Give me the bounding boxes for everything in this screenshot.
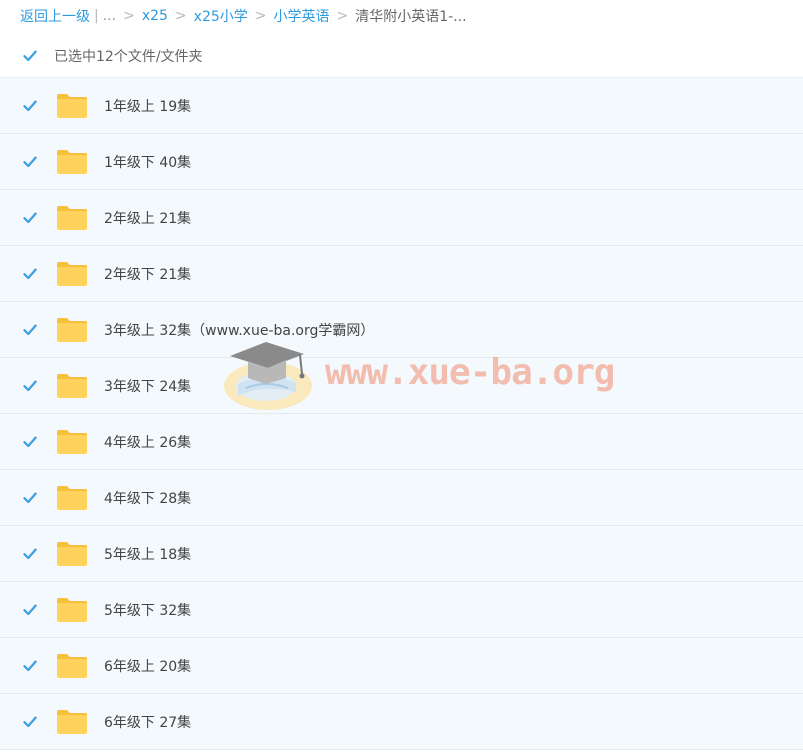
- file-name[interactable]: 2年级上 21集: [104, 208, 191, 228]
- file-checkbox[interactable]: [23, 379, 37, 393]
- folder-icon-wrap[interactable]: [56, 149, 88, 175]
- breadcrumb-item-x25[interactable]: x25: [142, 8, 168, 24]
- select-all-bar: 已选中12个文件/文件夹: [0, 38, 803, 74]
- file-row[interactable]: 1年级上 19集: [0, 78, 803, 134]
- folder-icon-wrap[interactable]: [56, 205, 88, 231]
- breadcrumb-separator: >: [254, 8, 267, 24]
- breadcrumb-pipe: |: [94, 8, 99, 24]
- file-row[interactable]: 1年级下 40集: [0, 134, 803, 190]
- file-checkbox[interactable]: [23, 435, 37, 449]
- folder-icon: [57, 429, 87, 454]
- breadcrumb-current: 清华附小英语1-...: [355, 9, 467, 25]
- file-checkbox[interactable]: [23, 603, 37, 617]
- checkmark-icon: [23, 212, 37, 223]
- breadcrumb-ellipsis[interactable]: ...: [103, 8, 116, 24]
- select-all-checkbox[interactable]: [23, 49, 37, 63]
- checkmark-icon: [23, 548, 37, 559]
- checkmark-icon: [23, 716, 37, 727]
- file-checkbox[interactable]: [23, 211, 37, 225]
- folder-icon-wrap[interactable]: [56, 597, 88, 623]
- folder-icon-wrap[interactable]: [56, 485, 88, 511]
- checkmark-icon: [23, 156, 37, 167]
- folder-icon-wrap[interactable]: [56, 317, 88, 343]
- file-name[interactable]: 1年级下 40集: [104, 152, 191, 172]
- breadcrumb-separator: >: [174, 8, 187, 24]
- checkmark-icon: [23, 268, 37, 279]
- file-row[interactable]: 6年级下 27集: [0, 694, 803, 750]
- file-checkbox[interactable]: [23, 715, 37, 729]
- file-row[interactable]: 2年级上 21集: [0, 190, 803, 246]
- breadcrumb-separator: >: [336, 8, 349, 24]
- file-checkbox[interactable]: [23, 323, 37, 337]
- file-checkbox[interactable]: [23, 155, 37, 169]
- file-row[interactable]: 5年级下 32集: [0, 582, 803, 638]
- file-checkbox[interactable]: [23, 267, 37, 281]
- folder-icon: [57, 485, 87, 510]
- folder-icon-wrap[interactable]: [56, 373, 88, 399]
- file-checkbox[interactable]: [23, 491, 37, 505]
- file-row[interactable]: 4年级上 26集: [0, 414, 803, 470]
- checkmark-icon: [23, 380, 37, 391]
- back-link[interactable]: 返回上一级: [20, 6, 90, 26]
- file-name[interactable]: 2年级下 21集: [104, 264, 191, 284]
- file-row[interactable]: 5年级上 18集: [0, 526, 803, 582]
- breadcrumb-item-primary-english[interactable]: 小学英语: [274, 6, 330, 26]
- file-name[interactable]: 4年级下 28集: [104, 488, 191, 508]
- folder-icon-wrap[interactable]: [56, 709, 88, 735]
- file-row[interactable]: 3年级下 24集: [0, 358, 803, 414]
- checkmark-icon: [23, 604, 37, 615]
- folder-icon-wrap[interactable]: [56, 541, 88, 567]
- file-row[interactable]: 2年级下 21集: [0, 246, 803, 302]
- selection-count-label: 已选中12个文件/文件夹: [54, 49, 203, 65]
- file-name[interactable]: 5年级下 32集: [104, 600, 191, 620]
- folder-icon: [57, 205, 87, 230]
- folder-icon: [57, 93, 87, 118]
- breadcrumb: 返回上一级 | ... > x25 > x25小学 > 小学英语 > 清华附小英…: [0, 0, 803, 32]
- folder-icon-wrap[interactable]: [56, 653, 88, 679]
- folder-icon: [57, 541, 87, 566]
- breadcrumb-item-x25-primary[interactable]: x25小学: [194, 6, 248, 26]
- checkmark-icon: [23, 436, 37, 447]
- checkmark-icon: [23, 324, 37, 335]
- file-checkbox[interactable]: [23, 547, 37, 561]
- folder-icon: [57, 597, 87, 622]
- file-checkbox[interactable]: [23, 659, 37, 673]
- folder-icon-wrap[interactable]: [56, 93, 88, 119]
- folder-icon-wrap[interactable]: [56, 429, 88, 455]
- folder-icon: [57, 317, 87, 342]
- file-list: 1年级上 19集 1年级下 40集 2年级上 21集 2年级下 21集 3年级上 32集…: [0, 77, 803, 750]
- folder-icon: [57, 149, 87, 174]
- folder-icon-wrap[interactable]: [56, 261, 88, 287]
- file-name[interactable]: 3年级上 32集（www.xue-ba.org学霸网）: [104, 320, 374, 340]
- file-name[interactable]: 3年级下 24集: [104, 376, 191, 396]
- folder-icon: [57, 653, 87, 678]
- file-name[interactable]: 6年级上 20集: [104, 656, 191, 676]
- file-name[interactable]: 1年级上 19集: [104, 96, 191, 116]
- file-name[interactable]: 5年级上 18集: [104, 544, 191, 564]
- folder-icon: [57, 373, 87, 398]
- file-row[interactable]: 6年级上 20集: [0, 638, 803, 694]
- checkmark-icon: [23, 660, 37, 671]
- file-row[interactable]: 3年级上 32集（www.xue-ba.org学霸网）: [0, 302, 803, 358]
- folder-icon: [57, 261, 87, 286]
- breadcrumb-separator: >: [123, 8, 135, 24]
- checkmark-icon: [23, 492, 37, 503]
- file-name[interactable]: 4年级上 26集: [104, 432, 191, 452]
- folder-icon: [57, 709, 87, 734]
- file-checkbox[interactable]: [23, 99, 37, 113]
- checkmark-icon: [23, 100, 37, 111]
- checkmark-icon: [23, 50, 37, 62]
- file-name[interactable]: 6年级下 27集: [104, 712, 191, 732]
- file-row[interactable]: 4年级下 28集: [0, 470, 803, 526]
